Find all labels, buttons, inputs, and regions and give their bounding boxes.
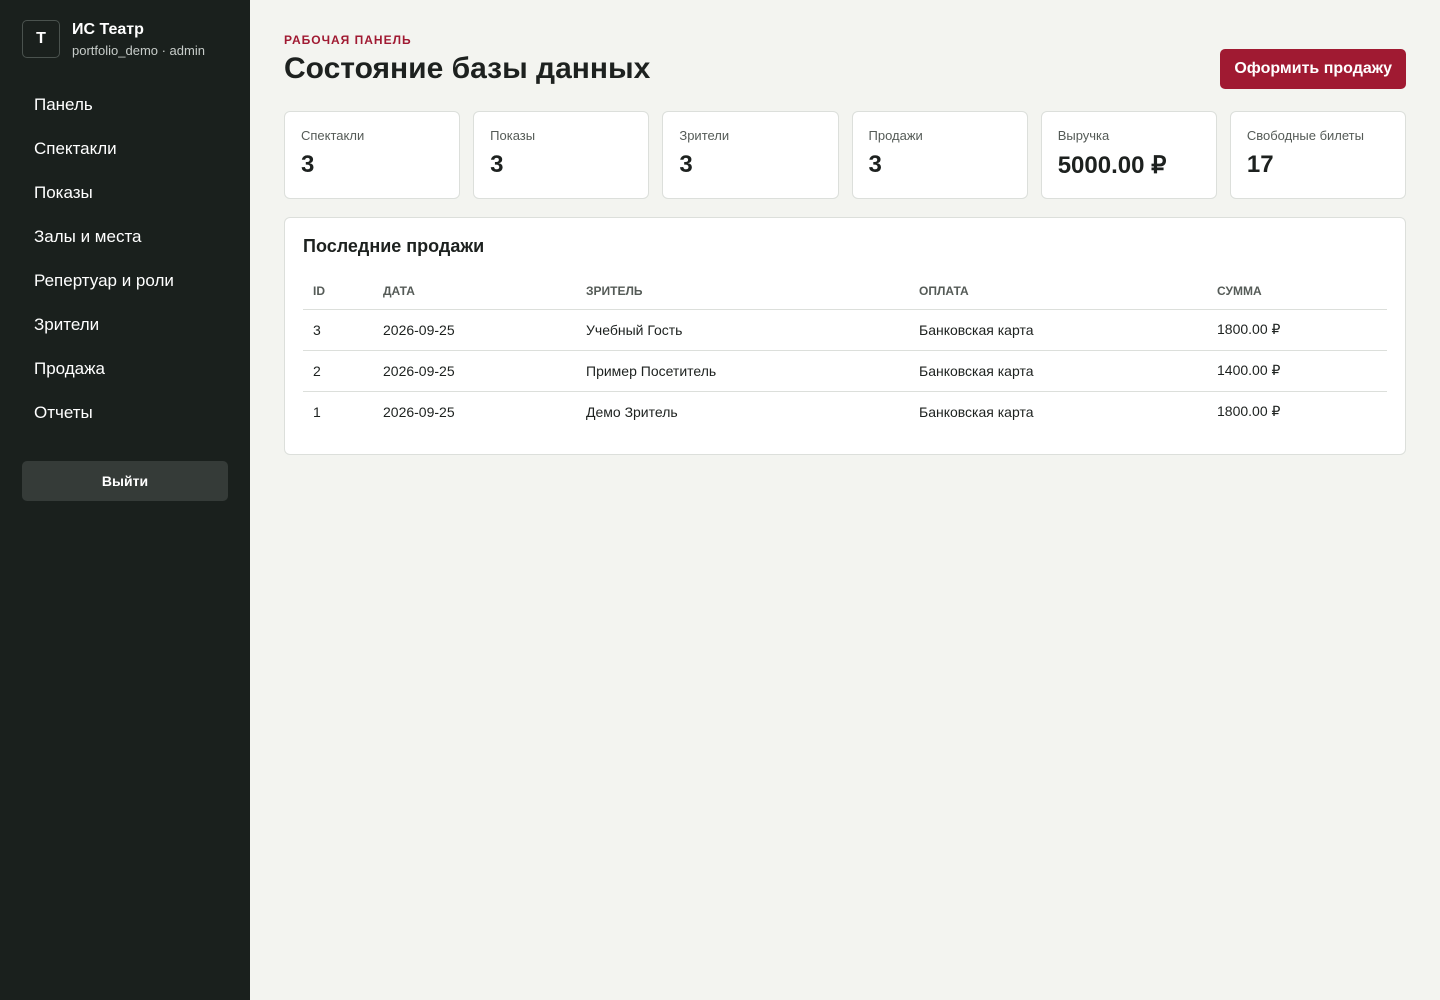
- cell-spectator: Учебный Гость: [576, 309, 909, 351]
- column-header-date: ДАТА: [373, 273, 576, 310]
- stats-row: Спектакли 3 Показы 3 Зрители 3 Продажи 3…: [284, 111, 1407, 199]
- sidebar-item-performances[interactable]: Спектакли: [22, 127, 228, 171]
- page-title: Состояние базы данных: [284, 52, 651, 85]
- cell-spectator: Демо Зритель: [586, 403, 678, 420]
- brand-subtitle: portfolio_demo · admin: [72, 42, 205, 58]
- table-header-row: ID ДАТА ЗРИТЕЛЬ ОПЛАТА СУММА: [303, 273, 1387, 310]
- stat-label: Показы: [490, 128, 536, 143]
- sidebar: Т ИС Театр portfolio_demo · admin Панель…: [0, 0, 250, 1000]
- stat-label: Свободные билеты: [1246, 128, 1364, 143]
- cell-amount: 1800.00 ₽: [1207, 309, 1387, 351]
- table-row: 3 2026-09-25 Учебный Гость Банковская ка…: [303, 309, 1387, 351]
- sidebar-item-sale[interactable]: Продажа: [22, 347, 228, 391]
- brand-text: ИС Театр portfolio_demo · admin: [72, 21, 205, 58]
- cell-date: 2026-09-25: [383, 403, 455, 420]
- stat-label: Продажи: [868, 128, 923, 143]
- cell-id: 3: [303, 309, 373, 351]
- column-header-spectator: ЗРИТЕЛЬ: [576, 273, 909, 310]
- sidebar-item-spectators[interactable]: Зрители: [22, 303, 228, 347]
- page-eyebrow: РАБОЧАЯ ПАНЕЛЬ: [284, 33, 412, 47]
- stat-card-performances: Спектакли 3: [284, 111, 461, 199]
- sidebar-item-reports[interactable]: Отчеты: [22, 391, 228, 435]
- cell-payment: Банковская карта: [909, 350, 1207, 392]
- stat-value: 17: [1246, 151, 1274, 178]
- stat-value: 3: [301, 151, 315, 178]
- sidebar-item-repertoire[interactable]: Репертуар и роли: [22, 259, 228, 303]
- stat-card-spectators: Зрители 3: [662, 111, 839, 199]
- recent-sales-card: Последние продажи ID ДАТА ЗРИТЕЛЬ ОПЛАТА…: [284, 217, 1406, 455]
- stat-value: 3: [679, 151, 693, 178]
- header-titles: РАБОЧАЯ ПАНЕЛЬ Состояние базы данных: [284, 33, 650, 86]
- cell-id: 2: [303, 350, 373, 392]
- table-row: 1 2026-09-25 Демо Зритель Банковская кар…: [303, 391, 1387, 432]
- cell-amount: 1800.00 ₽: [1217, 403, 1281, 420]
- brand-logo: Т: [22, 20, 60, 58]
- sidebar-item-shows[interactable]: Показы: [22, 171, 228, 215]
- brand: Т ИС Театр portfolio_demo · admin: [22, 20, 228, 58]
- column-header-id: ID: [303, 273, 373, 310]
- cell-payment: Банковская карта: [909, 309, 1207, 351]
- brand-title: ИС Театр: [72, 20, 144, 38]
- stat-label: Спектакли: [301, 128, 365, 143]
- main-content: РАБОЧАЯ ПАНЕЛЬ Состояние базы данных Офо…: [250, 0, 1440, 1000]
- stat-card-free-tickets: Свободные билеты 17: [1229, 111, 1407, 199]
- sidebar-item-halls[interactable]: Залы и места: [22, 215, 228, 259]
- stat-value: 3: [868, 151, 882, 178]
- stat-card-shows: Показы 3: [473, 111, 650, 199]
- recent-sales-title: Последние продажи: [303, 236, 485, 256]
- page-header: РАБОЧАЯ ПАНЕЛЬ Состояние базы данных Офо…: [284, 33, 1406, 89]
- stat-value: 3: [490, 151, 504, 178]
- cell-date: 2026-09-25: [373, 350, 576, 392]
- new-sale-button[interactable]: Оформить продажу: [1220, 49, 1406, 89]
- sidebar-nav: Панель Спектакли Показы Залы и места Реп…: [22, 83, 228, 435]
- stat-card-revenue: Выручка 5000.00 ₽: [1040, 111, 1217, 199]
- cell-id: 1: [313, 403, 321, 420]
- stat-label: Выручка: [1057, 128, 1110, 143]
- sidebar-item-dashboard[interactable]: Панель: [22, 83, 228, 127]
- cell-date: 2026-09-25: [373, 309, 576, 351]
- column-header-amount: СУММА: [1207, 273, 1387, 310]
- cell-payment: Банковская карта: [919, 403, 1034, 420]
- recent-sales-table: ID ДАТА ЗРИТЕЛЬ ОПЛАТА СУММА 3 2026-09-2…: [303, 273, 1387, 432]
- logout-button[interactable]: Выйти: [22, 461, 228, 501]
- cell-amount: 1400.00 ₽: [1207, 350, 1387, 392]
- table-row: 2 2026-09-25 Пример Посетитель Банковска…: [303, 350, 1387, 392]
- cell-spectator: Пример Посетитель: [576, 350, 909, 392]
- stat-card-sales: Продажи 3: [851, 111, 1028, 199]
- column-header-payment: ОПЛАТА: [909, 273, 1207, 310]
- stat-label: Зрители: [679, 128, 730, 143]
- stat-value: 5000.00 ₽: [1057, 152, 1167, 179]
